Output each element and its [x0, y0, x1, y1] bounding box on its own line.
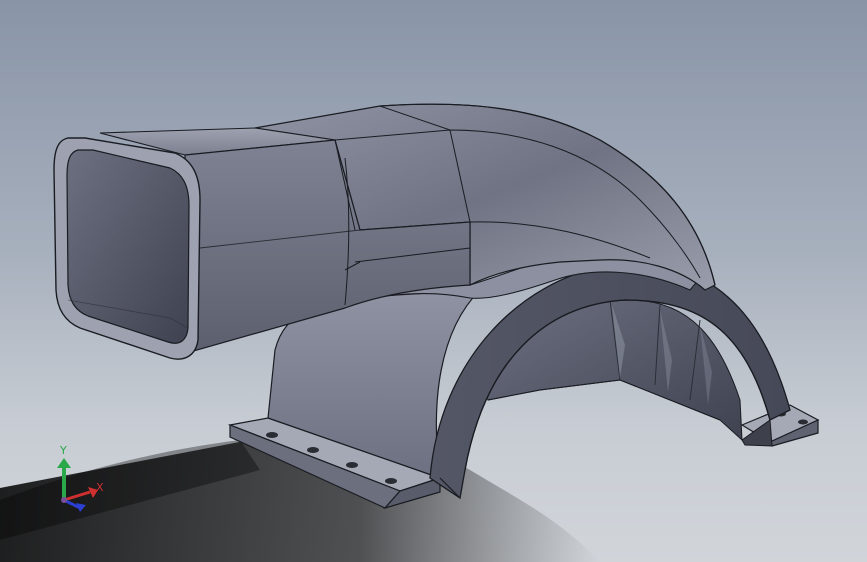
cad-model-view[interactable] [0, 0, 867, 562]
coordinate-triad: Y X [57, 444, 104, 512]
y-axis-arrow [57, 458, 71, 500]
bolt-hole [385, 478, 397, 484]
z-axis-arrow [63, 498, 86, 512]
y-axis-label: Y [59, 444, 67, 457]
x-axis-arrow [63, 487, 98, 502]
duct-opening[interactable] [53, 137, 201, 360]
graphics-viewport[interactable]: Y X [0, 0, 867, 562]
bolt-hole [266, 432, 278, 438]
triad-origin [61, 497, 67, 503]
bolt-hole [798, 419, 808, 425]
bolt-hole [346, 462, 358, 468]
x-axis-label: X [96, 481, 104, 494]
bolt-hole [307, 447, 319, 453]
